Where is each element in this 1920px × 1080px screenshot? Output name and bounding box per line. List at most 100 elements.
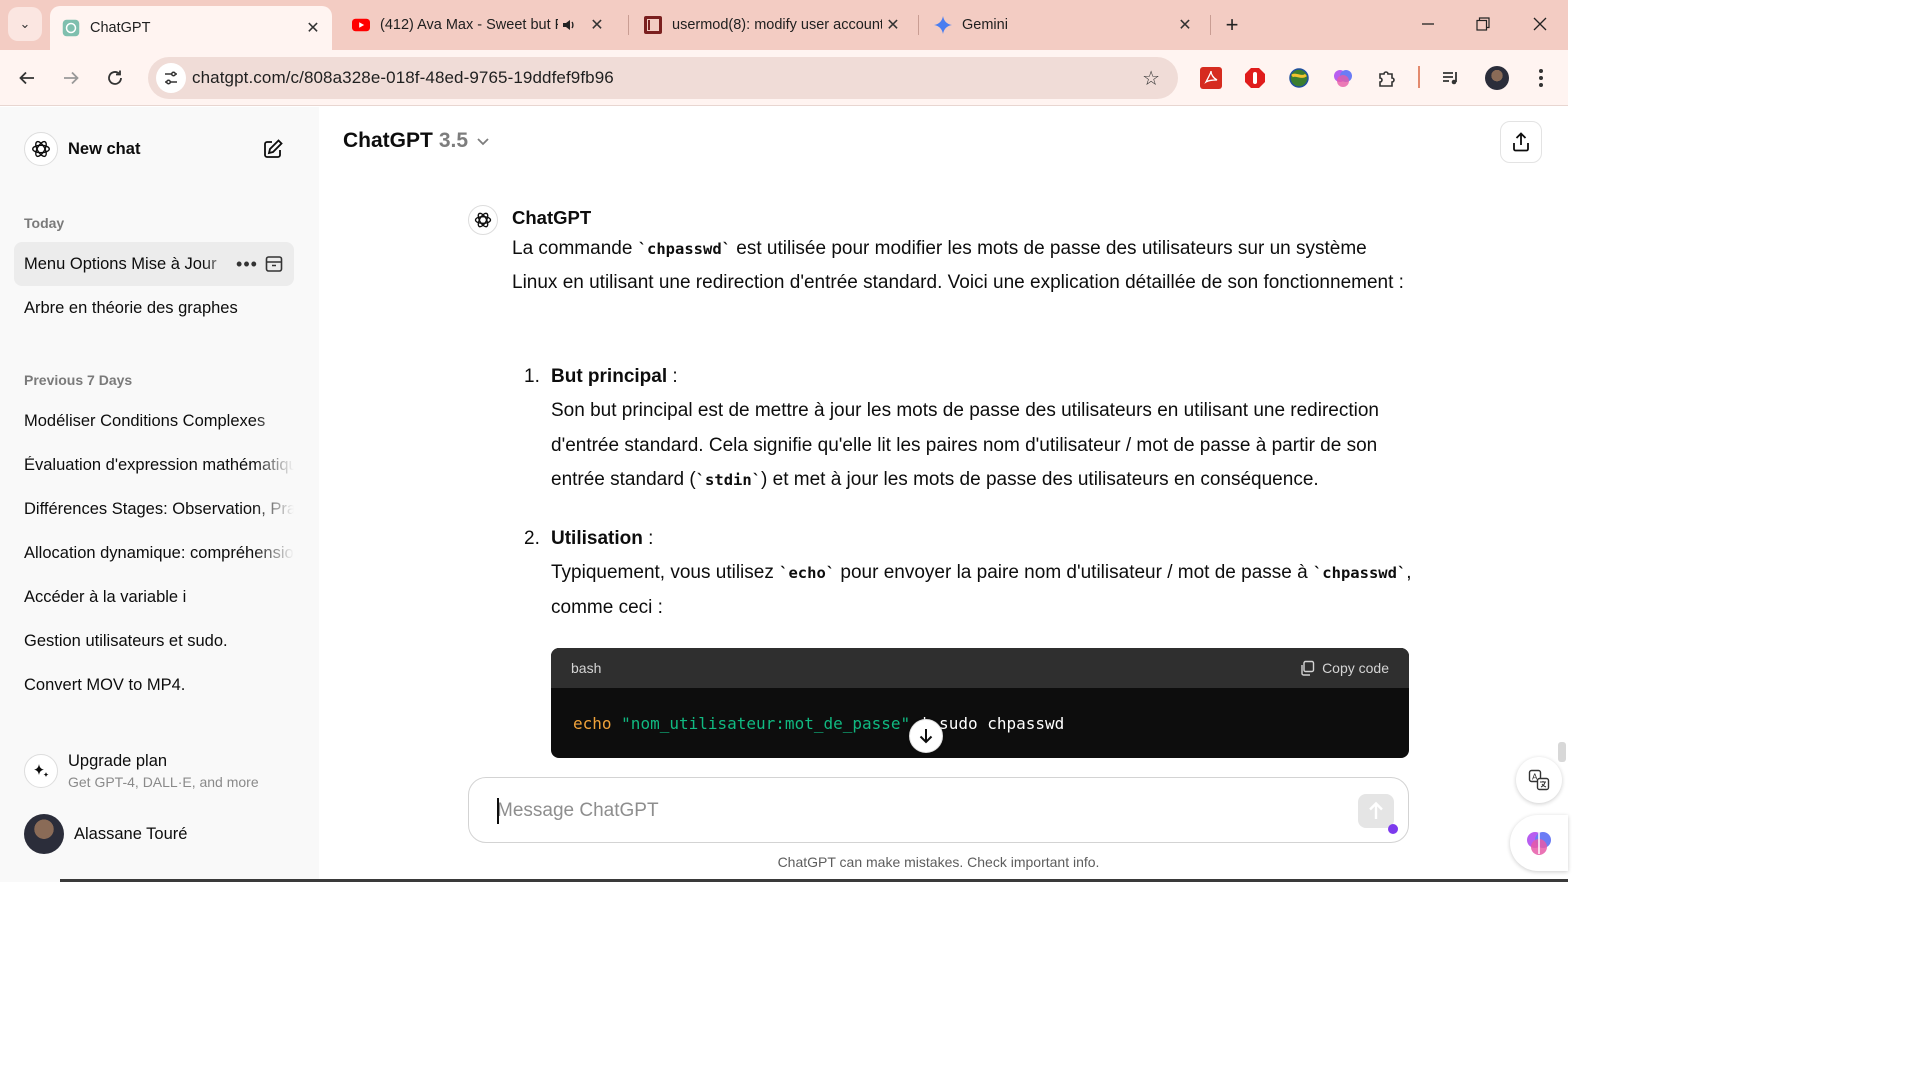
model-selector[interactable]: ChatGPT 3.5 — [343, 129, 490, 153]
tab-search-button[interactable]: ⌄ — [8, 7, 42, 41]
avatar — [24, 814, 64, 854]
browser-toolbar: chatgpt.com/c/808a328e-018f-48ed-9765-19… — [0, 50, 1568, 106]
tab-youtube[interactable]: (412) Ava Max - Sweet but Psycho ✕ — [340, 6, 622, 44]
chatgpt-favicon-icon — [62, 19, 80, 37]
message-input[interactable] — [497, 796, 1317, 826]
close-icon[interactable]: ✕ — [882, 14, 904, 36]
reload-icon — [108, 70, 122, 85]
chat-main: ChatGPT 3.5 ChatGPT La commande `chpassw… — [319, 107, 1568, 882]
code-token-string: "nom_utilisateur:mot_de_passe" — [621, 714, 911, 733]
share-button[interactable] — [1500, 121, 1542, 163]
brain-extension-icon[interactable] — [1330, 65, 1356, 91]
code-block: bash Copy code echo "nom_utilisateur:mot… — [551, 648, 1409, 758]
upgrade-plan-button[interactable]: Upgrade plan Get GPT-4, DALL·E, and more — [14, 743, 304, 799]
chevron-down-icon — [476, 134, 490, 150]
media-control-icon[interactable] — [1438, 65, 1464, 91]
archive-icon[interactable] — [260, 255, 288, 273]
sidebar-chat-item[interactable]: Gestion utilisateurs et sudo. — [14, 619, 294, 663]
close-icon[interactable]: ✕ — [586, 14, 608, 36]
sidebar-chat-item[interactable]: Menu Options Mise à Jour ••• — [14, 242, 294, 286]
disclaimer-text: ChatGPT can make mistakes. Check importa… — [777, 854, 1100, 870]
toolbar-divider — [1418, 66, 1420, 88]
profile-avatar-icon[interactable] — [1484, 65, 1510, 91]
chat-item-title: Gestion utilisateurs et sudo. — [24, 631, 228, 650]
intro-text-before: La commande — [512, 238, 638, 259]
inline-code: `echo` — [779, 564, 836, 583]
extensions-puzzle-icon[interactable] — [1374, 65, 1400, 91]
list-item-colon: : — [667, 366, 678, 387]
sidebar-chat-item[interactable]: Différences Stages: Observation, Pratiqu… — [14, 487, 294, 531]
restore-button[interactable] — [1463, 8, 1503, 40]
tab-divider — [1210, 15, 1211, 35]
close-window-button[interactable] — [1520, 8, 1560, 40]
forward-button[interactable] — [54, 61, 88, 95]
list-item: 2. Utilisation : Typiquement, vous utili… — [512, 522, 1412, 625]
page-scrollbar[interactable] — [1558, 742, 1566, 762]
tab-gemini[interactable]: Gemini ✕ — [922, 6, 1204, 44]
section-label-today: Today — [24, 215, 65, 231]
sidebar-chat-item[interactable]: Arbre en théorie des graphes — [14, 286, 294, 330]
code-block-header: bash Copy code — [551, 648, 1409, 688]
close-icon[interactable]: ✕ — [302, 17, 324, 39]
more-options-icon[interactable]: ••• — [234, 254, 260, 275]
sidebar-chat-item[interactable]: Évaluation d'expression mathématique — [14, 443, 294, 487]
adblock-extension-icon[interactable] — [1242, 65, 1268, 91]
minimize-button[interactable] — [1408, 8, 1448, 40]
model-version: 3.5 — [438, 129, 469, 152]
restore-icon — [1476, 17, 1490, 31]
chat-item-title: Allocation dynamique: compréhension — [24, 543, 294, 562]
list-item-text: Typiquement, vous utilisez — [551, 562, 780, 584]
reload-button[interactable] — [98, 61, 132, 95]
send-button[interactable] — [1358, 794, 1394, 828]
brain-assistant-icon[interactable] — [1510, 815, 1568, 871]
inline-code: `chpasswd` — [1312, 564, 1407, 583]
list-number: 2. — [524, 528, 540, 549]
translate-icon[interactable]: A — [1516, 757, 1562, 803]
arrow-left-icon — [19, 71, 34, 85]
list-item: 1. But principal : Son but principal est… — [512, 360, 1412, 497]
tab-usermod[interactable]: usermod(8): modify user account ✕ — [632, 6, 912, 44]
url-text: chatgpt.com/c/808a328e-018f-48ed-9765-19… — [192, 68, 614, 87]
sidebar-chat-item[interactable]: Modéliser Conditions Complexes — [14, 399, 294, 443]
list-item-title: But principal — [551, 366, 668, 387]
user-menu-button[interactable]: Alassane Touré — [14, 809, 304, 859]
code-line: echo "nom_utilisateur:mot_de_passe" | su… — [551, 688, 1409, 758]
copy-icon — [1301, 660, 1315, 676]
code-token-command: echo — [573, 714, 612, 733]
new-tab-button[interactable]: + — [1218, 11, 1246, 39]
globe-extension-icon[interactable] — [1286, 65, 1312, 91]
upgrade-title: Upgrade plan — [68, 752, 168, 770]
text-caret — [497, 798, 499, 824]
chat-item-title: Arbre en théorie des graphes — [24, 298, 238, 317]
list-item-text: ) et met à jour les mots de passe des ut… — [761, 468, 1319, 490]
new-chat-label: New chat — [68, 139, 141, 158]
sidebar-chat-item[interactable]: Convert MOV to MP4. — [14, 663, 294, 707]
site-settings-icon[interactable] — [156, 63, 186, 93]
close-icon[interactable]: ✕ — [1174, 14, 1196, 36]
speaker-icon[interactable] — [558, 14, 580, 36]
list-item-title: Utilisation — [551, 528, 643, 549]
browser-menu-button[interactable] — [1528, 65, 1554, 91]
address-bar[interactable]: chatgpt.com/c/808a328e-018f-48ed-9765-19… — [148, 57, 1178, 99]
bookmark-star-icon[interactable]: ☆ — [1142, 66, 1160, 91]
user-name: Alassane Touré — [74, 824, 188, 843]
window-bottom-edge — [60, 879, 1568, 882]
kebab-menu-icon — [1539, 69, 1543, 87]
manpage-favicon-icon — [644, 16, 662, 34]
copy-code-button[interactable]: Copy code — [1299, 660, 1389, 676]
tab-title: Gemini — [962, 17, 1008, 33]
tab-title: (412) Ava Max - Sweet but Psycho — [380, 17, 558, 33]
edit-icon[interactable] — [262, 138, 284, 160]
new-chat-button[interactable]: New chat — [14, 125, 304, 173]
tab-title: ChatGPT — [90, 20, 151, 36]
back-button[interactable] — [10, 61, 44, 95]
pdf-extension-icon[interactable] — [1198, 65, 1224, 91]
sidebar-chat-item[interactable]: Allocation dynamique: compréhension — [14, 531, 294, 575]
scroll-to-bottom-button[interactable] — [909, 719, 943, 753]
chat-item-title: Accéder à la variable i — [24, 587, 187, 606]
close-icon — [1533, 17, 1547, 31]
tab-chatgpt[interactable]: ChatGPT ✕ — [50, 6, 332, 50]
list-item-text: pour envoyer la paire nom d'utilisateur … — [835, 562, 1313, 584]
inline-code: `stdin` — [695, 470, 762, 489]
sidebar-chat-item[interactable]: Accéder à la variable i — [14, 575, 294, 619]
